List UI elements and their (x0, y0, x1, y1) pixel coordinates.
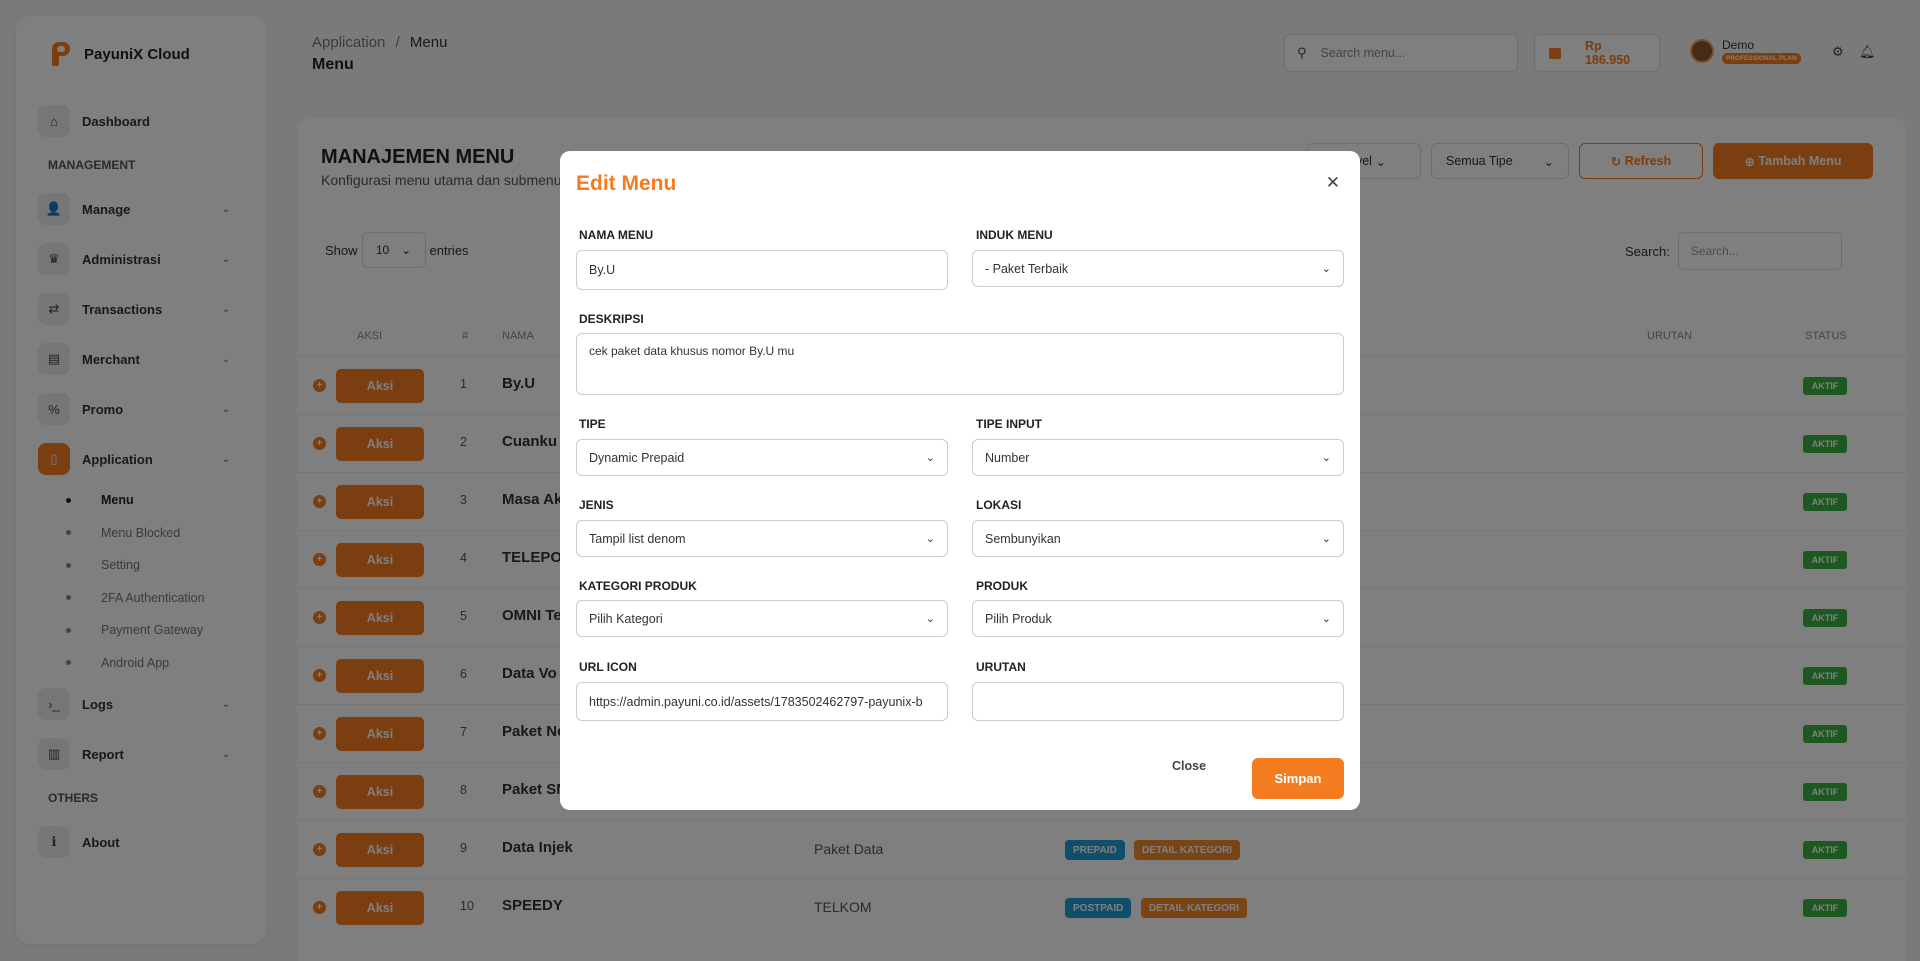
url-icon-input[interactable]: https://admin.payuni.co.id/assets/178350… (576, 682, 948, 721)
deskripsi-label: DESKRIPSI (579, 312, 644, 326)
nama-menu-value: By.U (589, 263, 616, 277)
lokasi-label: LOKASI (976, 498, 1022, 512)
save-button[interactable]: Simpan (1252, 758, 1344, 799)
tipe-label: TIPE (579, 417, 606, 431)
close-icon[interactable]: ✕ (1326, 173, 1340, 193)
jenis-select[interactable]: Tampil list denom ⌄ (576, 520, 948, 557)
chevron-down-icon: ⌄ (1321, 533, 1331, 545)
lokasi-select[interactable]: Sembunyikan ⌄ (972, 520, 1344, 557)
chevron-down-icon: ⌄ (1321, 263, 1331, 275)
produk-label: PRODUK (976, 579, 1029, 593)
chevron-down-icon: ⌄ (1321, 613, 1331, 625)
nama-menu-input[interactable]: By.U (576, 250, 948, 290)
kategori-produk-label: KATEGORI PRODUK (579, 579, 697, 593)
chevron-down-icon: ⌄ (925, 533, 935, 545)
tipe-value: Dynamic Prepaid (589, 450, 685, 465)
induk-menu-label: INDUK MENU (976, 228, 1053, 242)
chevron-down-icon: ⌄ (1321, 452, 1331, 464)
deskripsi-textarea[interactable]: cek paket data khusus nomor By.U mu (576, 333, 1344, 395)
nama-menu-label: NAMA MENU (579, 228, 654, 242)
close-button[interactable]: Close (1172, 759, 1206, 773)
kategori-produk-value: Pilih Kategori (589, 611, 663, 626)
deskripsi-value: cek paket data khusus nomor By.U mu (589, 344, 795, 358)
kategori-produk-select[interactable]: Pilih Kategori ⌄ (576, 600, 948, 637)
urutan-label: URUTAN (976, 660, 1026, 674)
chevron-down-icon: ⌄ (925, 452, 935, 464)
urutan-input[interactable] (972, 682, 1344, 721)
induk-menu-select[interactable]: - Paket Terbaik ⌄ (972, 250, 1344, 287)
url-icon-value: https://admin.payuni.co.id/assets/178350… (589, 694, 923, 709)
jenis-label: JENIS (579, 498, 614, 512)
url-icon-label: URL ICON (579, 660, 637, 674)
produk-select[interactable]: Pilih Produk ⌄ (972, 600, 1344, 637)
modal-title: Edit Menu (576, 172, 677, 195)
jenis-value: Tampil list denom (589, 531, 686, 546)
tipe-select[interactable]: Dynamic Prepaid ⌄ (576, 439, 948, 476)
chevron-down-icon: ⌄ (925, 613, 935, 625)
lokasi-value: Sembunyikan (985, 531, 1061, 546)
edit-menu-modal: Edit Menu ✕ NAMA MENU By.U INDUK MENU - … (560, 151, 1360, 810)
tipe-input-select[interactable]: Number ⌄ (972, 439, 1344, 476)
produk-value: Pilih Produk (985, 611, 1052, 626)
tipe-input-label: TIPE INPUT (976, 417, 1043, 431)
tipe-input-value: Number (985, 450, 1030, 465)
induk-menu-value: - Paket Terbaik (985, 261, 1069, 276)
